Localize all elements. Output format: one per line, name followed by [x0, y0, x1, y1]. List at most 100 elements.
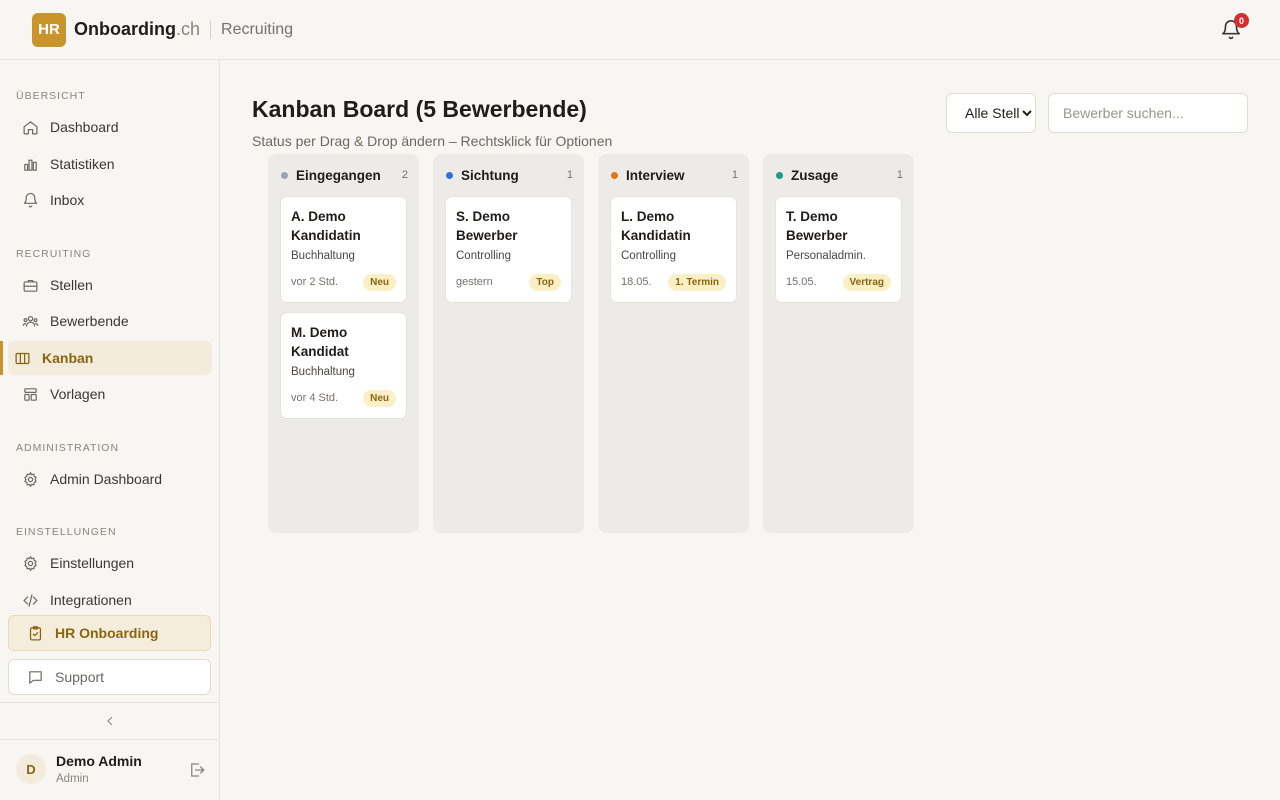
- top-bar: HR Onboarding.ch Recruiting 0: [0, 0, 1280, 60]
- candidate-department: Controlling: [456, 250, 511, 262]
- kanban-column-sichtung[interactable]: Sichtung 1 S. Demo Bewerber Controlling …: [433, 154, 584, 533]
- candidate-card[interactable]: S. Demo Bewerber Controlling gestern Top: [445, 196, 572, 303]
- sidebar-item-vorlagen[interactable]: Vorlagen: [8, 377, 212, 411]
- user-role: Admin: [56, 773, 89, 785]
- sidebar-item-label: Vorlagen: [50, 386, 106, 402]
- sidebar-item-label: Stellen: [50, 277, 93, 293]
- status-dot: [446, 171, 453, 179]
- sidebar-item-label: Kanban: [42, 350, 94, 366]
- candidate-time: vor 2 Std.: [291, 276, 339, 288]
- gear-icon: [24, 555, 37, 571]
- brand-section: Recruiting: [221, 20, 294, 38]
- candidate-card[interactable]: L. Demo Kandidatin Controlling 18.05. 1.…: [610, 196, 737, 303]
- column-header: Interview 1: [611, 166, 738, 184]
- candidate-department: Buchhaltung: [291, 366, 355, 378]
- candidate-time: gestern: [456, 276, 493, 288]
- candidate-time: vor 4 Std.: [291, 392, 339, 404]
- candidate-name: S. Demo Bewerber: [456, 209, 518, 243]
- template-icon: [24, 387, 37, 401]
- sidebar-item-label: Inbox: [50, 192, 85, 208]
- column-header: Zusage 1: [776, 166, 903, 184]
- search-input[interactable]: [1048, 93, 1248, 133]
- support-label: Support: [55, 669, 105, 685]
- avatar[interactable]: D: [16, 754, 46, 784]
- candidate-name: T. Demo Bewerber: [786, 209, 848, 243]
- candidate-name: M. Demo Kandidat: [291, 325, 349, 359]
- hr-onboarding-label: HR Onboarding: [55, 625, 159, 641]
- candidate-department: Controlling: [621, 250, 676, 262]
- briefcase-icon: [23, 279, 38, 292]
- column-count: 1: [896, 169, 903, 181]
- status-dot: [281, 171, 288, 179]
- sidebar-item-einstellungen[interactable]: Einstellungen: [8, 546, 212, 580]
- bar-chart-icon: [24, 159, 37, 171]
- candidate-tag: 1. Termin: [668, 274, 726, 291]
- brand-name[interactable]: Onboarding.ch: [74, 19, 200, 40]
- gear-icon: [24, 471, 37, 487]
- kanban-column-eingegangen[interactable]: Eingegangen 2 A. Demo Kandidatin Buchhal…: [268, 154, 419, 533]
- section-title-einstellungen: Einstellungen: [16, 526, 117, 538]
- sidebar-item-label: Dashboard: [50, 119, 119, 135]
- candidate-time: 18.05.: [621, 276, 652, 288]
- candidate-name: L. Demo Kandidatin: [621, 209, 691, 243]
- page-subtitle: Status per Drag & Drop ändern – Rechtskl…: [252, 133, 613, 149]
- section-title-administration: Administration: [16, 442, 120, 454]
- candidate-card[interactable]: A. Demo Kandidatin Buchhaltung vor 2 Std…: [280, 196, 407, 303]
- column-title: Zusage: [791, 167, 839, 183]
- column-title: Eingegangen: [296, 167, 381, 183]
- sidebar-item-label: Einstellungen: [50, 555, 135, 571]
- page-title: Kanban Board (5 Bewerbende): [252, 96, 587, 122]
- collapse-sidebar-button[interactable]: [0, 702, 219, 740]
- candidate-tag: Neu: [363, 390, 396, 407]
- sidebar-item-bewerbende[interactable]: Bewerbende: [8, 304, 212, 338]
- candidate-time: 15.05.: [786, 276, 817, 288]
- kanban-column-zusage[interactable]: Zusage 1 T. Demo Bewerber Personaladmin.…: [763, 154, 914, 533]
- brand-divider: [210, 20, 212, 39]
- sidebar-item-label: Admin Dashboard: [50, 471, 163, 487]
- user-profile: D Demo Admin Admin: [16, 753, 206, 789]
- sidebar-item-label: Integrationen: [50, 592, 132, 608]
- sidebar-item-statistiken[interactable]: Statistiken: [8, 147, 212, 181]
- user-name: Demo Admin: [56, 753, 142, 769]
- notifications-button[interactable]: 0: [1220, 13, 1249, 41]
- candidate-department: Personaladmin.: [786, 250, 866, 262]
- code-icon: [23, 593, 38, 607]
- chevron-left-icon: [106, 716, 112, 726]
- candidate-tag: Vertrag: [842, 274, 891, 291]
- kanban-column-interview[interactable]: Interview 1 L. Demo Kandidatin Controlli…: [598, 154, 749, 533]
- notification-count-badge: 0: [1234, 13, 1249, 28]
- column-count: 1: [731, 169, 738, 181]
- candidate-card[interactable]: M. Demo Kandidat Buchhaltung vor 4 Std. …: [280, 312, 407, 419]
- sidebar-item-label: Bewerbende: [50, 313, 129, 329]
- logout-icon[interactable]: [188, 761, 206, 779]
- column-title: Interview: [626, 167, 685, 183]
- section-title-recruiting: Recruiting: [16, 248, 92, 260]
- support-button[interactable]: Support: [8, 659, 211, 695]
- sidebar-item-inbox[interactable]: Inbox: [8, 183, 212, 217]
- sidebar-item-integrationen[interactable]: Integrationen: [8, 583, 212, 617]
- candidate-tag: Top: [529, 274, 561, 291]
- hr-onboarding-button[interactable]: HR Onboarding: [8, 615, 211, 651]
- sidebar-item-kanban[interactable]: Kanban: [0, 341, 212, 375]
- sidebar-item-stellen[interactable]: Stellen: [8, 268, 212, 302]
- clipboard-check-icon: [29, 625, 42, 641]
- status-dot: [776, 171, 783, 179]
- brand-main: Onboarding: [74, 19, 176, 39]
- column-header: Sichtung 1: [446, 166, 573, 184]
- column-count: 1: [566, 169, 573, 181]
- bell-icon: [23, 192, 38, 207]
- column-count: 2: [401, 169, 408, 181]
- sidebar-item-dashboard[interactable]: Dashboard: [8, 110, 212, 144]
- candidate-department: Buchhaltung: [291, 250, 355, 262]
- candidate-tag: Neu: [363, 274, 396, 291]
- message-icon: [29, 670, 42, 684]
- job-filter-select[interactable]: Alle Stellen: [946, 93, 1036, 133]
- status-dot: [611, 171, 618, 179]
- home-icon: [23, 120, 38, 134]
- sidebar-item-admin-dashboard[interactable]: Admin Dashboard: [8, 462, 212, 496]
- candidate-card[interactable]: T. Demo Bewerber Personaladmin. 15.05. V…: [775, 196, 902, 303]
- logo-badge[interactable]: HR: [32, 12, 66, 47]
- users-icon: [22, 315, 39, 327]
- sidebar: Übersicht Dashboard Statistiken Inbox Re…: [0, 60, 220, 800]
- candidate-name: A. Demo Kandidatin: [291, 209, 361, 243]
